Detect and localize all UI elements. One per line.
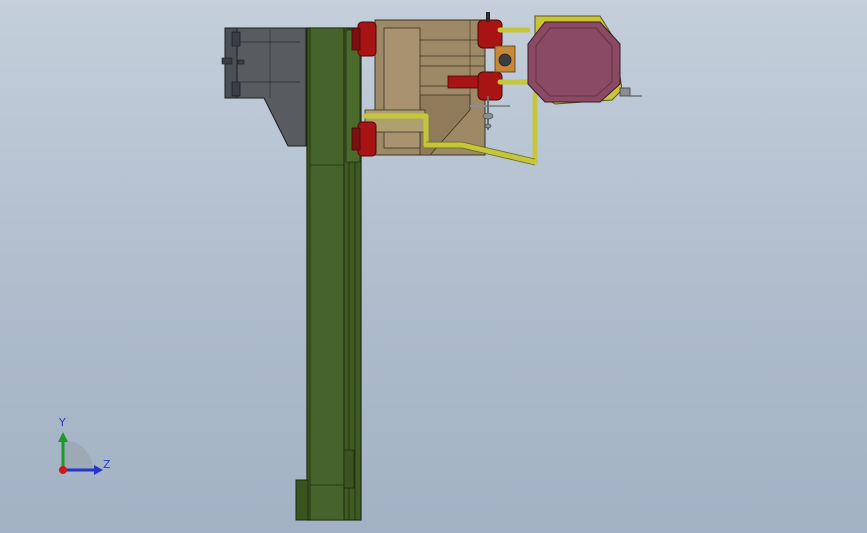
z-axis-label: Z [103, 458, 111, 471]
y-axis-label: Y [58, 416, 66, 429]
gearbox[interactable] [494, 45, 516, 73]
cad-graphics-viewport[interactable]: Y Z [0, 0, 867, 533]
drum-assembly[interactable] [527, 15, 642, 105]
x-axis-dot [59, 466, 67, 474]
coordinate-triad: Y Z [58, 416, 111, 475]
model-view[interactable]: Y Z [0, 0, 867, 533]
mounting-bracket[interactable] [221, 27, 307, 147]
